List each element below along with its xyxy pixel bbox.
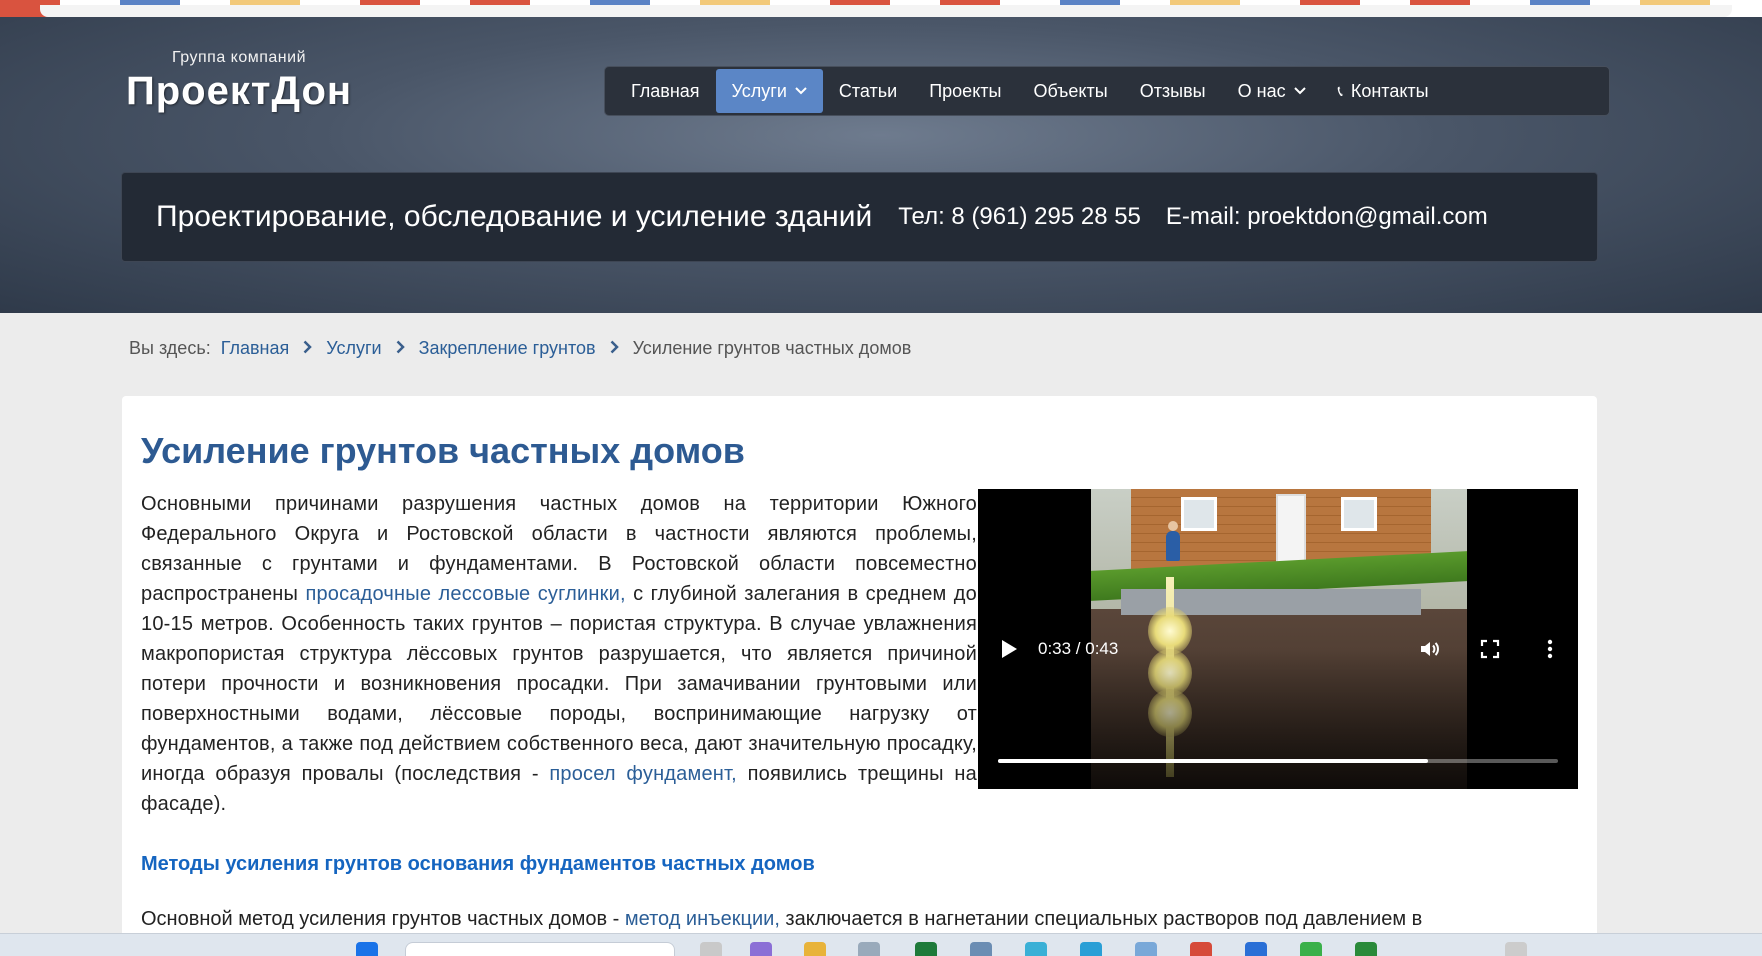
text: с глубиной залегания в среднем до 10-15 … [141, 583, 977, 785]
start-icon[interactable] [356, 942, 378, 956]
nav-item-about[interactable]: О нас [1222, 69, 1322, 113]
breadcrumb-prefix: Вы здесь: [129, 338, 211, 358]
taskbar-search[interactable] [405, 942, 675, 956]
app-icon[interactable] [1190, 942, 1212, 956]
text: заключается в нагнетании специальных рас… [779, 908, 1423, 930]
nav-label: Проекты [929, 80, 1002, 101]
app-icon[interactable] [970, 942, 992, 956]
nav-item-projects[interactable]: Проекты [913, 69, 1017, 113]
nav-label: Статьи [838, 80, 898, 101]
folder-icon[interactable] [804, 942, 826, 956]
main-nav: Главная Услуги Статьи Проекты Объекты От… [604, 66, 1610, 116]
nav-item-services[interactable]: Услуги [715, 69, 823, 113]
nav-item-objects[interactable]: Объекты [1017, 69, 1123, 113]
link-foundation-settled[interactable]: просел фундамент, [549, 763, 737, 785]
app-icon[interactable] [1245, 942, 1267, 956]
fullscreen-icon[interactable] [1478, 637, 1502, 661]
header-phone[interactable]: Тел: 8 (961) 295 28 55 [898, 203, 1141, 231]
window [1181, 497, 1217, 531]
section-heading: Методы усиления грунтов основания фундам… [141, 853, 815, 875]
app-icon[interactable] [1505, 942, 1527, 956]
worker-figure [1166, 521, 1180, 561]
app-icon[interactable] [1300, 942, 1322, 956]
phone-icon: 📞︎ [1337, 82, 1343, 100]
breadcrumb-current: Усиление грунтов частных домов [632, 338, 912, 358]
chevron-right-icon [303, 338, 312, 359]
play-icon[interactable] [1000, 639, 1018, 659]
tagline-bar: Проектирование, обследование и усиление … [121, 172, 1598, 262]
nav-label: Услуги [731, 80, 787, 101]
link-loess-soils[interactable]: просадочные лессовые суглинки, [305, 583, 625, 605]
breadcrumb-link-home[interactable]: Главная [221, 338, 290, 359]
window [1341, 497, 1377, 531]
nav-item-articles[interactable]: Статьи [823, 69, 913, 113]
page-title: Усиление грунтов частных домов [141, 430, 745, 471]
volume-icon[interactable] [1418, 637, 1442, 661]
nav-label: О нас [1237, 80, 1286, 101]
video-time: 0:33 / 0:43 [1038, 639, 1119, 658]
chevron-down-icon [1293, 84, 1306, 98]
intro-paragraph: Основными причинами разрушения частных д… [141, 489, 977, 819]
tagline: Проектирование, обследование и усиление … [156, 200, 873, 233]
nav-item-contacts[interactable]: 📞︎ Контакты [1322, 69, 1445, 113]
breadcrumb: Вы здесь: Главная Услуги Закрепление гру… [129, 338, 911, 359]
nav-label: Объекты [1033, 80, 1108, 101]
injection-bulb [1148, 607, 1192, 655]
nav-item-home[interactable]: Главная [615, 69, 716, 113]
app-icon[interactable] [1135, 942, 1157, 956]
more-vert-icon[interactable] [1538, 637, 1562, 661]
app-icon[interactable] [700, 942, 722, 956]
logo[interactable]: ПроектДон [126, 69, 352, 114]
chevron-right-icon [396, 338, 405, 359]
app-icon[interactable] [1080, 942, 1102, 956]
chevron-down-icon [795, 84, 807, 98]
video-player[interactable]: 0:33 / 0:43 [978, 489, 1578, 789]
app-icon[interactable] [858, 942, 880, 956]
top-color-stripe [0, 0, 1762, 17]
excel-icon[interactable] [915, 942, 937, 956]
text: Основной метод усиления грунтов частных … [141, 908, 625, 930]
chevron-right-icon [610, 338, 619, 359]
nav-label: Контакты [1350, 80, 1429, 101]
video-progress-bar[interactable] [998, 759, 1558, 763]
app-icon[interactable] [1355, 942, 1377, 956]
site-header: Группа компаний ПроектДон Главная Услуги… [0, 17, 1762, 313]
header-email[interactable]: E-mail: proektdon@gmail.com [1166, 203, 1488, 231]
nav-item-reviews[interactable]: Отзывы [1124, 69, 1222, 113]
link-injection-method[interactable]: метод инъекции, [625, 908, 780, 930]
breadcrumb-link-services[interactable]: Услуги [326, 338, 381, 359]
video-progress-fill [998, 759, 1428, 763]
nav-label: Отзывы [1139, 80, 1206, 101]
nav-label: Главная [631, 80, 700, 101]
os-taskbar [0, 933, 1762, 956]
door [1276, 494, 1306, 564]
controls-overlay [978, 649, 1578, 789]
app-icon[interactable] [1025, 942, 1047, 956]
app-icon[interactable] [750, 942, 772, 956]
methods-paragraph: Основной метод усиления грунтов частных … [141, 904, 1579, 934]
logo-subtitle: Группа компаний [172, 49, 307, 66]
breadcrumb-link-soil[interactable]: Закрепление грунтов [419, 338, 596, 359]
